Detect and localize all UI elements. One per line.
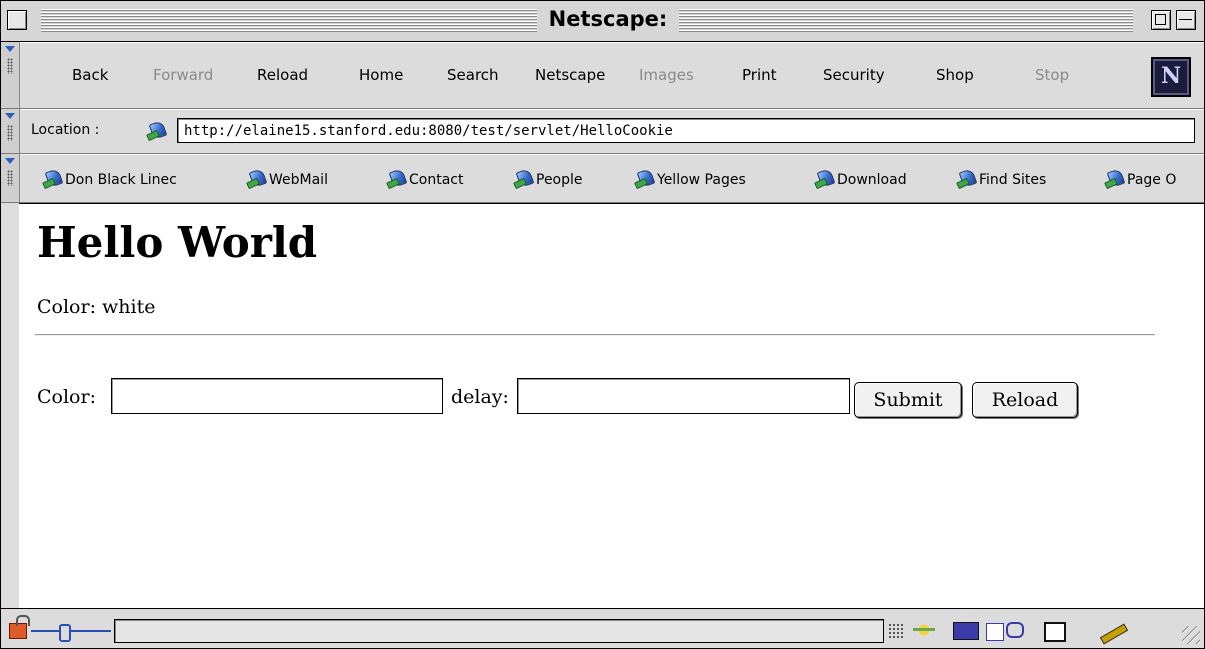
delay-field-label: delay: [451,386,509,408]
resize-grip-icon[interactable] [1182,626,1200,644]
close-box[interactable] [7,10,27,30]
bookmark-icon [957,169,977,187]
bookmark-page-o[interactable]: Page O [1105,169,1176,188]
status-bar [1,608,1204,648]
page-heading: Hello World [37,218,318,267]
navigation-toolbar: Back Forward Reload Home Search Netscape… [1,42,1204,109]
title-bar[interactable]: Netscape: [1,1,1204,42]
pen-icon[interactable] [1096,621,1130,641]
bookmark-people[interactable]: People [514,169,583,188]
offline-grid-icon [888,623,904,639]
print-button[interactable]: Print [742,66,777,84]
submit-button[interactable]: Submit [854,382,962,418]
window-title: Netscape: [548,7,668,31]
toolbar-collapse-grip[interactable] [1,42,20,108]
bookmark-icon [815,169,835,187]
url-input[interactable]: http://elaine15.stanford.edu:8080/test/s… [177,118,1195,143]
bookmark-contact[interactable]: Contact [387,169,463,188]
home-button[interactable]: Home [359,66,403,84]
toolbar-collapse-grip[interactable] [1,154,20,202]
collapse-triangle-icon [5,46,15,52]
bookmark-find-sites[interactable]: Find Sites [957,169,1046,188]
composer-component-icon[interactable] [1044,622,1066,642]
back-button[interactable]: Back [72,66,108,84]
collapse-box[interactable] [1176,10,1196,30]
title-stripes-right [679,9,1133,33]
color-field-label: Color: [37,386,96,408]
bookmark-webmail[interactable]: WebMail [247,169,328,188]
page-content: Hello World Color: white Color: delay: S… [19,203,1204,608]
bookmark-don-black-linec[interactable]: Don Black Linec [43,169,177,188]
grip-dots-icon [7,170,13,186]
collapse-triangle-icon [5,113,15,119]
grip-dots-icon [7,58,13,74]
bookmark-icon [387,169,407,187]
navigator-component-icon[interactable] [913,619,935,641]
mailbox-component-icon[interactable] [953,622,979,640]
current-color-text: Color: white [37,296,156,318]
horizontal-rule [35,334,1155,336]
security-button[interactable]: Security [823,66,885,84]
grip-dots-icon [7,125,13,141]
forward-button[interactable]: Forward [153,66,213,84]
location-label: Location : [31,122,100,138]
connection-plug-icon [31,624,111,642]
chat-bubble-icon[interactable] [1006,622,1024,638]
bookmark-download[interactable]: Download [815,169,907,188]
search-button[interactable]: Search [447,66,499,84]
bookmark-icon [514,169,534,187]
netscape-button[interactable]: Netscape [535,66,605,84]
bookmark-yellow-pages[interactable]: Yellow Pages [635,169,746,188]
bookmark-icon [635,169,655,187]
title-stripes-left [41,9,537,33]
open-lock-icon[interactable] [9,615,30,639]
collapse-triangle-icon [5,158,15,164]
discussions-component-icon[interactable] [986,623,1004,641]
stop-button[interactable]: Stop [1035,66,1069,84]
location-toolbar: Location : http://elaine15.stanford.edu:… [1,109,1204,154]
bookmark-icon [1105,169,1125,187]
status-text-area [114,619,884,643]
delay-input[interactable] [517,378,850,414]
browser-window: Netscape: Back Forward Reload Home Searc… [0,0,1205,649]
netscape-logo-icon[interactable]: N [1151,57,1191,97]
logo-letter: N [1160,63,1182,89]
images-button[interactable]: Images [639,66,694,84]
reload-form-button[interactable]: Reload [972,382,1078,418]
shop-button[interactable]: Shop [936,66,974,84]
bookmark-icon [43,169,63,187]
toolbar-collapse-grip[interactable] [1,109,20,153]
zoom-box[interactable] [1151,10,1171,30]
personal-toolbar: Don Black Linec WebMail Contact People Y… [1,154,1204,203]
reload-button[interactable]: Reload [257,66,308,84]
page-proxy-icon[interactable] [147,121,167,139]
bookmark-icon [247,169,267,187]
color-input[interactable] [111,378,443,414]
